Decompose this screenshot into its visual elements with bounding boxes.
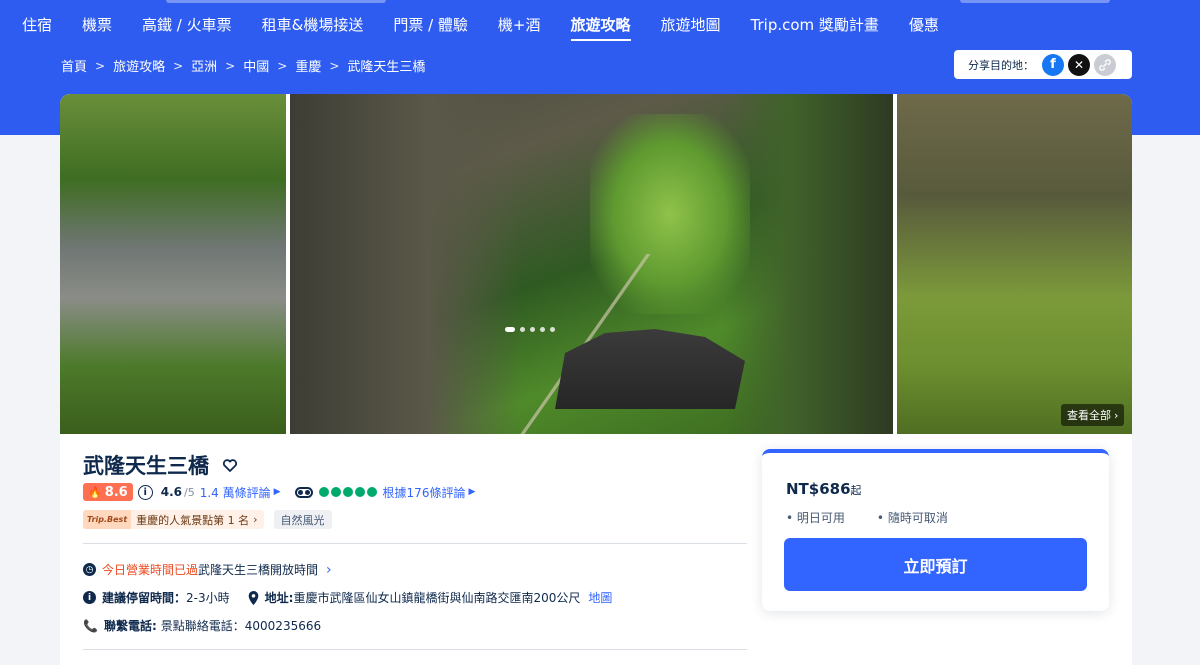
divider xyxy=(83,649,747,650)
ranking-text: 重慶的人氣景點第 1 名 xyxy=(136,513,250,527)
breadcrumb-asia[interactable]: 亞洲 xyxy=(191,56,217,75)
nav-item-travel-map[interactable]: 旅遊地圖 xyxy=(661,14,721,41)
gallery-photo-right[interactable] xyxy=(897,94,1132,434)
breadcrumb-current: 武隆天生三橋 xyxy=(347,60,426,75)
rating-max: /5 xyxy=(184,485,195,499)
view-all-label: 查看全部 xyxy=(1067,409,1111,422)
price: NT$686起 xyxy=(786,480,862,498)
nav-item-hotels[interactable]: 住宿 xyxy=(22,14,52,41)
share-label: 分享目的地： xyxy=(968,58,1034,72)
info-icon: i xyxy=(83,591,96,604)
breadcrumb-home[interactable]: 首頁 xyxy=(61,56,87,75)
trip-score: 8.6 xyxy=(104,484,128,500)
chevron-right-icon: › xyxy=(253,513,258,526)
duration-address-row: i 建議停留時間： 2-3小時 地址: 重慶市武隆區仙女山鎮龍橋街與仙南路交匯南… xyxy=(83,589,612,606)
address-label: 地址: xyxy=(264,591,294,605)
address-value: 重慶市武隆區仙女山鎮龍橋街與仙南路交匯南200公尺 xyxy=(293,591,581,605)
carousel-dot[interactable] xyxy=(520,327,525,332)
chevron-right-icon: > xyxy=(95,58,106,73)
nav-item-trains[interactable]: 高鐵 / 火車票 xyxy=(142,14,232,41)
nav-item-flight-hotel[interactable]: 機+酒 xyxy=(498,14,541,41)
phone-row: 📞 聯繫電話: 景點聯絡電話：4000235666 xyxy=(83,617,321,634)
chevron-right-icon: > xyxy=(173,58,184,73)
chevron-right-icon: > xyxy=(277,58,288,73)
share-box: 分享目的地： f ✕ xyxy=(954,50,1132,79)
tripadvisor-reviews-link[interactable]: 根據176條評論 xyxy=(383,484,466,501)
category-tag: 自然風光 xyxy=(273,510,332,529)
breadcrumb-china[interactable]: 中國 xyxy=(243,56,269,75)
nav-item-tickets[interactable]: 門票 / 體驗 xyxy=(393,14,468,41)
breadcrumb: 首頁 > 旅遊攻略 > 亞洲 > 中國 > 重慶 > 武隆天生三橋 xyxy=(61,56,426,76)
nav-item-travel-guide[interactable]: 旅遊攻略 xyxy=(570,14,631,41)
carousel-dots xyxy=(505,327,555,332)
chevron-right-icon[interactable]: › xyxy=(326,562,332,578)
duration-label: 建議停留時間： xyxy=(102,591,187,605)
attraction-title: 武隆天生三橋 xyxy=(83,454,209,478)
gallery-photo-main[interactable] xyxy=(290,94,893,434)
chevron-right-icon: > xyxy=(329,58,340,73)
nav-item-car-rental[interactable]: 租車&機場接送 xyxy=(262,14,364,41)
phone-label: 聯繫電話: xyxy=(103,619,157,633)
book-now-button[interactable]: 立即預訂 xyxy=(784,538,1087,591)
price-value: NT$686 xyxy=(786,480,851,498)
opening-hours-link[interactable]: 武隆天生三橋開放時間 xyxy=(198,561,318,578)
tag-row: Trip.Best 重慶的人氣景點第 1 名 › 自然風光 xyxy=(83,510,332,529)
flame-icon: 🔥 xyxy=(88,485,102,499)
nav-item-rewards[interactable]: Trip.com 獎勵計畫 xyxy=(751,14,879,41)
location-pin-icon xyxy=(248,590,258,605)
main-nav: 住宿 機票 高鐵 / 火車票 租車&機場接送 門票 / 體驗 機+酒 旅遊攻略 … xyxy=(22,14,969,41)
tripadvisor-bubbles xyxy=(318,487,377,497)
ranking-tag[interactable]: Trip.Best 重慶的人氣景點第 1 名 › xyxy=(83,510,264,529)
price-suffix: 起 xyxy=(850,484,862,497)
booking-features: • 明日可用 • 隨時可取消 xyxy=(786,509,980,526)
carousel-dot[interactable] xyxy=(540,327,545,332)
trip-score-badge: 🔥 8.6 xyxy=(83,483,133,501)
opening-hours-row: ◷ 今日營業時間已過 武隆天生三橋開放時間 › xyxy=(83,561,332,578)
phone-icon: 📞 xyxy=(83,618,98,633)
feature-item: • 明日可用 xyxy=(786,511,845,525)
caret-right-icon: ▶ xyxy=(468,487,476,497)
chevron-right-icon: > xyxy=(225,58,236,73)
caret-right-icon: ▶ xyxy=(273,487,281,497)
photo-gallery[interactable] xyxy=(60,94,1132,434)
breadcrumb-chongqing[interactable]: 重慶 xyxy=(295,56,321,75)
divider xyxy=(83,543,747,544)
phone-value: 景點聯絡電話：4000235666 xyxy=(160,619,322,633)
tripadvisor-icon xyxy=(294,486,313,498)
carousel-dot[interactable] xyxy=(550,327,555,332)
carousel-dot[interactable] xyxy=(505,327,515,332)
rating-value: 4.6 xyxy=(160,485,182,499)
view-all-photos-button[interactable]: 查看全部 › xyxy=(1061,404,1125,426)
booking-panel: NT$686起 • 明日可用 • 隨時可取消 立即預訂 xyxy=(762,449,1109,611)
title-row: 武隆天生三橋 xyxy=(83,450,239,480)
nav-item-deals[interactable]: 優惠 xyxy=(909,14,939,41)
map-link[interactable]: 地圖 xyxy=(588,589,612,606)
gallery-photo-left[interactable] xyxy=(60,94,286,434)
chevron-right-icon: › xyxy=(1114,408,1119,422)
trip-best-logo: Trip.Best xyxy=(83,510,132,529)
rating-row: 🔥 8.6 i 4.6 /5 1.4 萬條評論 ▶ 根據176條評論 ▶ xyxy=(83,483,475,501)
clock-icon: ◷ xyxy=(83,563,96,576)
facebook-icon[interactable]: f xyxy=(1042,53,1064,76)
x-icon[interactable]: ✕ xyxy=(1068,53,1090,76)
feature-item: • 隨時可取消 xyxy=(876,511,948,525)
reviews-link[interactable]: 1.4 萬條評論 xyxy=(200,484,271,501)
duration-value: 2-3小時 xyxy=(186,591,230,605)
breadcrumb-guide[interactable]: 旅遊攻略 xyxy=(113,56,165,75)
info-icon[interactable]: i xyxy=(137,484,153,500)
carousel-dot[interactable] xyxy=(530,327,535,332)
nav-item-flights[interactable]: 機票 xyxy=(82,14,112,41)
heart-icon[interactable] xyxy=(221,456,239,474)
opening-status: 今日營業時間已過 xyxy=(102,563,199,577)
link-icon[interactable] xyxy=(1094,53,1116,76)
